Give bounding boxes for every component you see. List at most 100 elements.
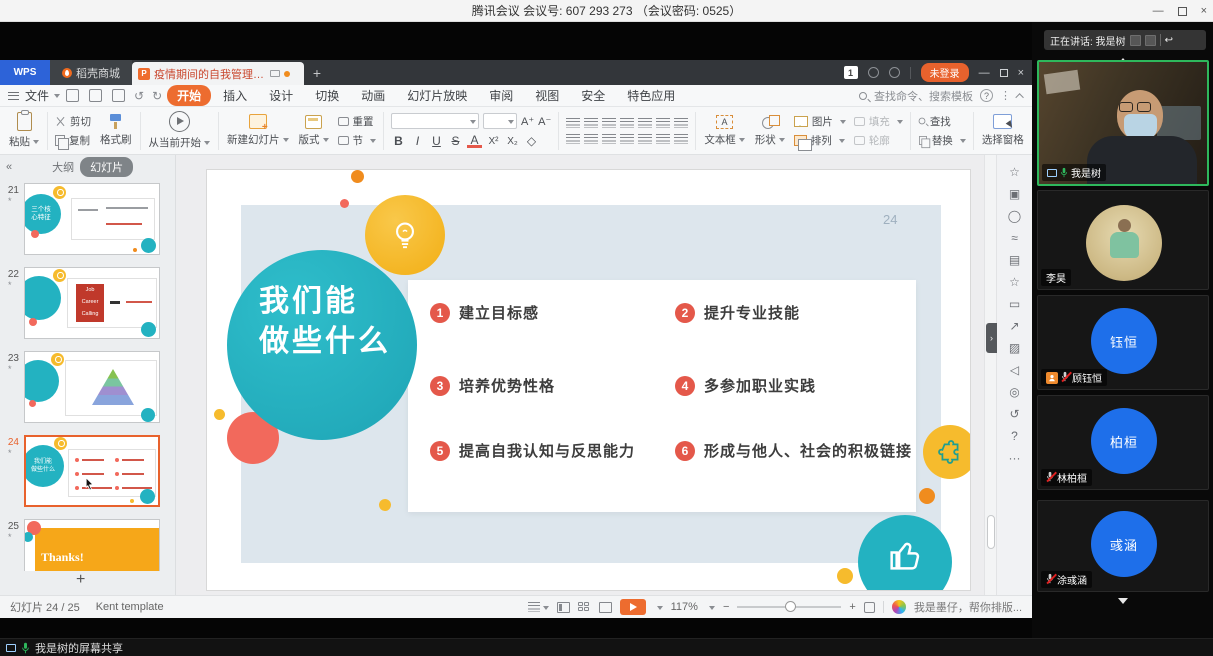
list-item[interactable]: 4 多参加职业实践 [675, 375, 816, 396]
list-item[interactable]: 3 培养优势性格 [430, 375, 555, 396]
replace-button[interactable]: 替换 [918, 133, 966, 148]
history-icon[interactable]: ↺ [1009, 405, 1019, 423]
window-count-badge[interactable]: 1 [844, 66, 858, 79]
more-rail-icon[interactable]: ··· [1009, 449, 1021, 467]
print-icon[interactable] [89, 89, 102, 102]
selection-pane-button[interactable]: 选择窗格 [977, 114, 1029, 147]
thumbnail[interactable]: Thanks! [24, 519, 160, 571]
undo-icon[interactable]: ↺ [134, 89, 144, 103]
list-item[interactable]: 2 提升专业技能 [675, 302, 800, 323]
assistant-icon[interactable] [892, 600, 906, 614]
animation-pane-icon[interactable]: ☆ [1009, 163, 1020, 181]
copy-button[interactable]: 复制 [55, 133, 91, 148]
thumbnail-selected[interactable]: 我们能做些什么 [24, 435, 160, 507]
tab-review[interactable]: 审阅 [479, 85, 523, 106]
scroll-down-icon[interactable] [1118, 598, 1128, 609]
export-icon[interactable]: ↗ [1009, 317, 1019, 335]
file-menu[interactable]: 文件 [25, 87, 49, 104]
tab-slideshow[interactable]: 幻灯片放映 [397, 85, 477, 106]
wps-close-button[interactable]: × [1018, 67, 1024, 79]
reset-button[interactable]: 重置 [338, 114, 377, 129]
text-direction-icon[interactable] [638, 118, 652, 128]
reading-view-button[interactable] [599, 602, 612, 613]
zoom-slider-knob[interactable] [785, 601, 796, 612]
skin-icon[interactable] [889, 67, 900, 78]
redo-icon[interactable]: ↻ [152, 89, 162, 103]
wps-logo[interactable]: WPS [0, 60, 50, 85]
wps-minimize-button[interactable]: — [979, 67, 990, 79]
video-tile[interactable]: 彧涵 涂彧涵 [1037, 500, 1209, 592]
vertical-scrollbar[interactable] [984, 155, 996, 595]
play-options-caret[interactable] [657, 606, 663, 613]
shrink-font-button[interactable]: A⁻ [538, 115, 551, 128]
superscript-button[interactable]: X² [486, 136, 501, 147]
line-spacing-icon[interactable] [656, 134, 670, 144]
clear-format-button[interactable]: ◇ [524, 134, 539, 148]
tab-view[interactable]: 视图 [525, 85, 569, 106]
distribute-icon[interactable] [638, 134, 652, 144]
tab-outline[interactable]: 大纲 [52, 159, 74, 175]
collapse-banner-icon[interactable]: ↩ [1165, 35, 1173, 46]
login-button[interactable]: 未登录 [921, 63, 969, 82]
paste-button[interactable]: 粘贴 [4, 112, 44, 149]
arrange-button[interactable]: 排列 [794, 133, 846, 148]
columns-icon[interactable] [656, 118, 670, 128]
fit-page-button[interactable] [864, 602, 875, 613]
slide-thumb-22[interactable]: 22 * Job Career Calling [0, 267, 176, 351]
indent-icon[interactable] [620, 118, 634, 128]
tab-docer-store[interactable]: 稻壳商城 [50, 60, 132, 85]
slide-thumb-24[interactable]: 24 * 我们能做些什么 [0, 435, 176, 519]
slide-title[interactable]: 我们能 做些什么 [259, 282, 391, 362]
play-from-current-button[interactable]: 从当前开始 [144, 111, 216, 150]
close-button[interactable]: × [1201, 5, 1207, 17]
layout-button[interactable]: 版式 [294, 115, 334, 147]
zoom-in-button[interactable]: + [849, 601, 855, 613]
zoom-slider[interactable] [737, 606, 841, 608]
text-align-top-icon[interactable] [674, 118, 688, 128]
video-tile[interactable]: 柏桓 林柏桓 [1037, 395, 1209, 490]
notification-icon[interactable] [868, 67, 879, 78]
bullets-icon[interactable] [566, 118, 580, 128]
video-tile[interactable]: 李昊 [1037, 190, 1209, 290]
textbox-button[interactable]: A 文本框 [699, 115, 750, 147]
strikethrough-button[interactable]: S [448, 134, 463, 148]
tab-design[interactable]: 设计 [259, 85, 303, 106]
tab-animations[interactable]: 动画 [351, 85, 395, 106]
subscript-button[interactable]: X₂ [505, 136, 520, 147]
list-item[interactable]: 5 提高自我认知与反思能力 [430, 440, 635, 461]
help-icon[interactable]: ? [980, 89, 993, 102]
align-left-icon[interactable] [566, 134, 580, 144]
thumbnail[interactable]: 三个核心特征 [24, 183, 160, 255]
new-slide-button[interactable]: 新建幻灯片 [222, 114, 294, 147]
underline-button[interactable]: U [429, 134, 444, 148]
italic-button[interactable]: I [410, 134, 425, 148]
puzzle-circle[interactable] [923, 425, 970, 479]
tab-transitions[interactable]: 切换 [305, 85, 349, 106]
tab-insert[interactable]: 插入 [213, 85, 257, 106]
slideshow-play-button[interactable] [620, 599, 646, 615]
paragraph-more-icon[interactable] [674, 134, 688, 144]
find-button[interactable]: 查找 [918, 114, 966, 129]
maximize-button[interactable] [1178, 7, 1187, 16]
format-painter-button[interactable]: 格式刷 [95, 114, 137, 147]
member-icon[interactable]: ◎ [1009, 383, 1019, 401]
shapes-button[interactable]: 形状 [750, 115, 790, 147]
tab-security[interactable]: 安全 [571, 85, 615, 106]
font-family-select[interactable] [391, 113, 479, 129]
save-icon[interactable] [66, 89, 79, 102]
tab-slides[interactable]: 幻灯片 [80, 157, 133, 177]
zoom-caret[interactable] [709, 606, 715, 613]
slide-thumb-21[interactable]: 21 * 三个核心特征 [0, 183, 176, 267]
tab-document[interactable]: P 疫情期间的自我管理.pptx [132, 62, 304, 85]
shapes-tool-icon[interactable]: ◯ [1008, 207, 1021, 225]
add-slide-button[interactable]: + [76, 571, 85, 589]
zoom-out-button[interactable]: − [723, 601, 729, 613]
collapse-ribbon-icon[interactable] [1015, 93, 1023, 101]
fill-button[interactable]: 填充 [854, 114, 903, 129]
object-properties-icon[interactable]: ▣ [1009, 185, 1020, 203]
outline-button[interactable]: 轮廓 [854, 133, 903, 148]
slide-24[interactable]: 24 1 建立目标感 2 提升专业技能 3 [207, 170, 970, 590]
video-tile[interactable]: 钰恒 顾钰恒 [1037, 295, 1209, 390]
cut-button[interactable]: 剪切 [55, 114, 91, 129]
audio-icon[interactable]: ◁ [1010, 361, 1019, 379]
